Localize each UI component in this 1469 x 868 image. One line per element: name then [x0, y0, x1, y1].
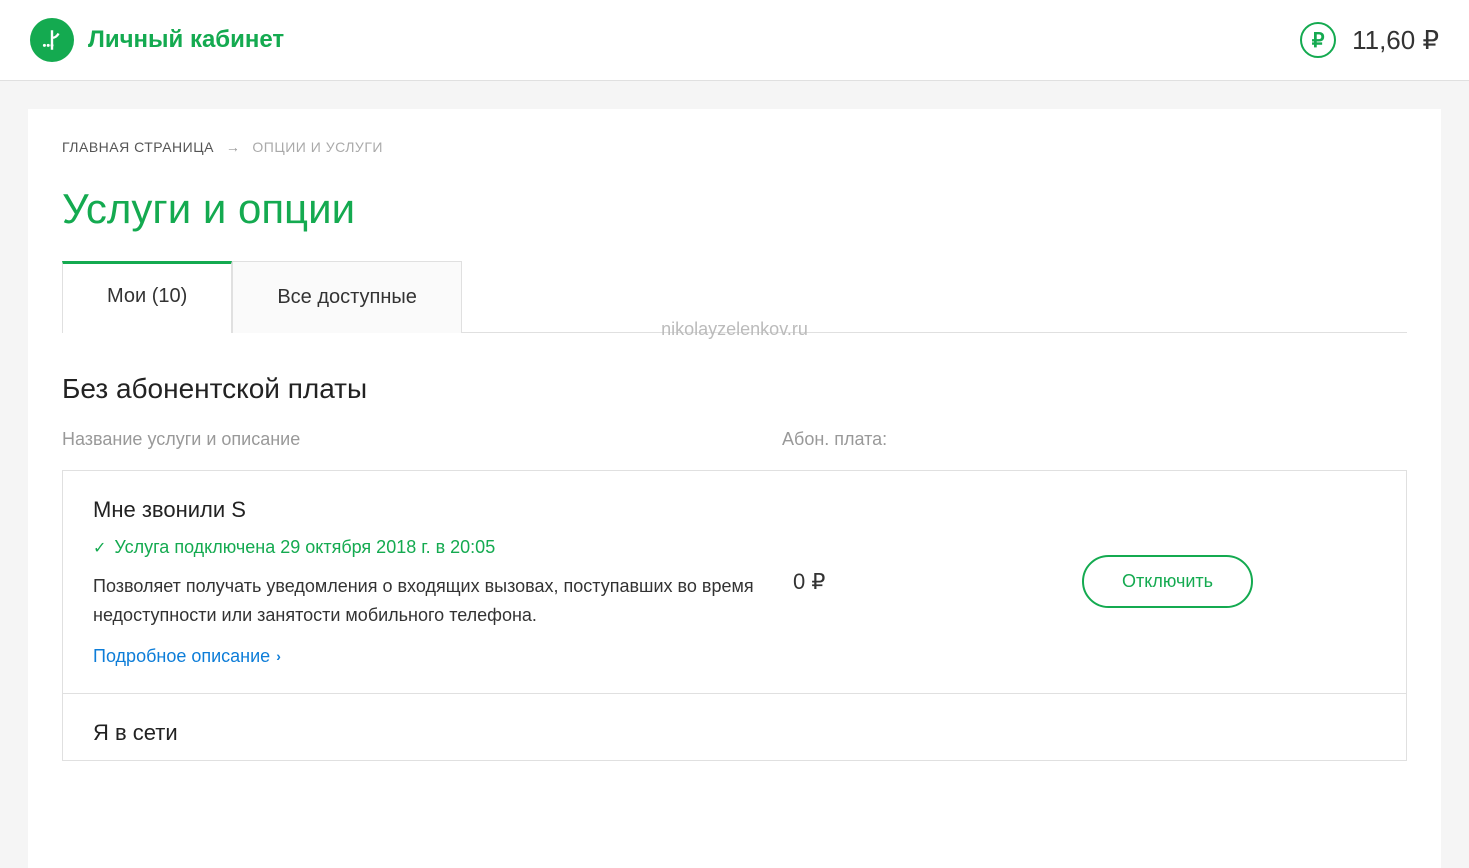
logo-text: Личный кабинет — [88, 26, 284, 54]
breadcrumb-current: ОПЦИИ И УСЛУГИ — [252, 139, 383, 155]
service-card: Я в сети — [62, 693, 1407, 761]
service-card: Мне звонили S ✓ Услуга подключена 29 окт… — [62, 470, 1407, 693]
tab-all[interactable]: Все доступные — [232, 261, 462, 333]
service-status: ✓ Услуга подключена 29 октября 2018 г. в… — [93, 537, 793, 558]
tab-my[interactable]: Мои (10) — [62, 261, 232, 333]
column-header-name: Название услуги и описание — [62, 429, 782, 450]
section-title: Без абонентской платы — [62, 373, 1407, 405]
page-title: Услуги и опции — [62, 185, 1407, 233]
columns-header: Название услуги и описание Абон. плата: — [62, 429, 1407, 450]
arrow-right-icon: → — [226, 139, 241, 155]
service-fee: 0 ₽ — [793, 569, 1033, 595]
watermark: nikolayzelenkov.ru — [661, 319, 808, 340]
service-info: Мне звонили S ✓ Услуга подключена 29 окт… — [93, 497, 793, 667]
column-header-fee: Абон. плата: — [782, 429, 1022, 450]
service-description: Позволяет получать уведомления о входящи… — [93, 572, 793, 630]
service-name: Я в сети — [93, 720, 793, 746]
breadcrumb-home[interactable]: ГЛАВНАЯ СТРАНИЦА — [62, 139, 214, 155]
tabs: Мои (10) Все доступные nikolayzelenkov.r… — [62, 261, 1407, 333]
service-info: Я в сети — [93, 720, 793, 760]
details-link-text: Подробное описание — [93, 646, 270, 667]
service-name: Мне звонили S — [93, 497, 793, 523]
balance-block[interactable]: ₽ 11,60 ₽ — [1300, 22, 1439, 58]
logo-block[interactable]: Личный кабинет — [30, 18, 284, 62]
service-status-text: Услуга подключена 29 октября 2018 г. в 2… — [114, 537, 495, 558]
details-link[interactable]: Подробное описание › — [93, 646, 281, 667]
header: Личный кабинет ₽ 11,60 ₽ — [0, 0, 1469, 81]
breadcrumb: ГЛАВНАЯ СТРАНИЦА → ОПЦИИ И УСЛУГИ — [62, 139, 1407, 155]
disable-button[interactable]: Отключить — [1082, 555, 1253, 608]
column-header-action — [1022, 429, 1242, 450]
logo-icon — [30, 18, 74, 62]
service-action: Отключить — [1033, 555, 1253, 608]
main-content: ГЛАВНАЯ СТРАНИЦА → ОПЦИИ И УСЛУГИ Услуги… — [28, 109, 1441, 868]
balance-amount: 11,60 ₽ — [1352, 25, 1439, 56]
check-icon: ✓ — [93, 538, 106, 558]
chevron-right-icon: › — [276, 648, 281, 664]
ruble-icon: ₽ — [1300, 22, 1336, 58]
